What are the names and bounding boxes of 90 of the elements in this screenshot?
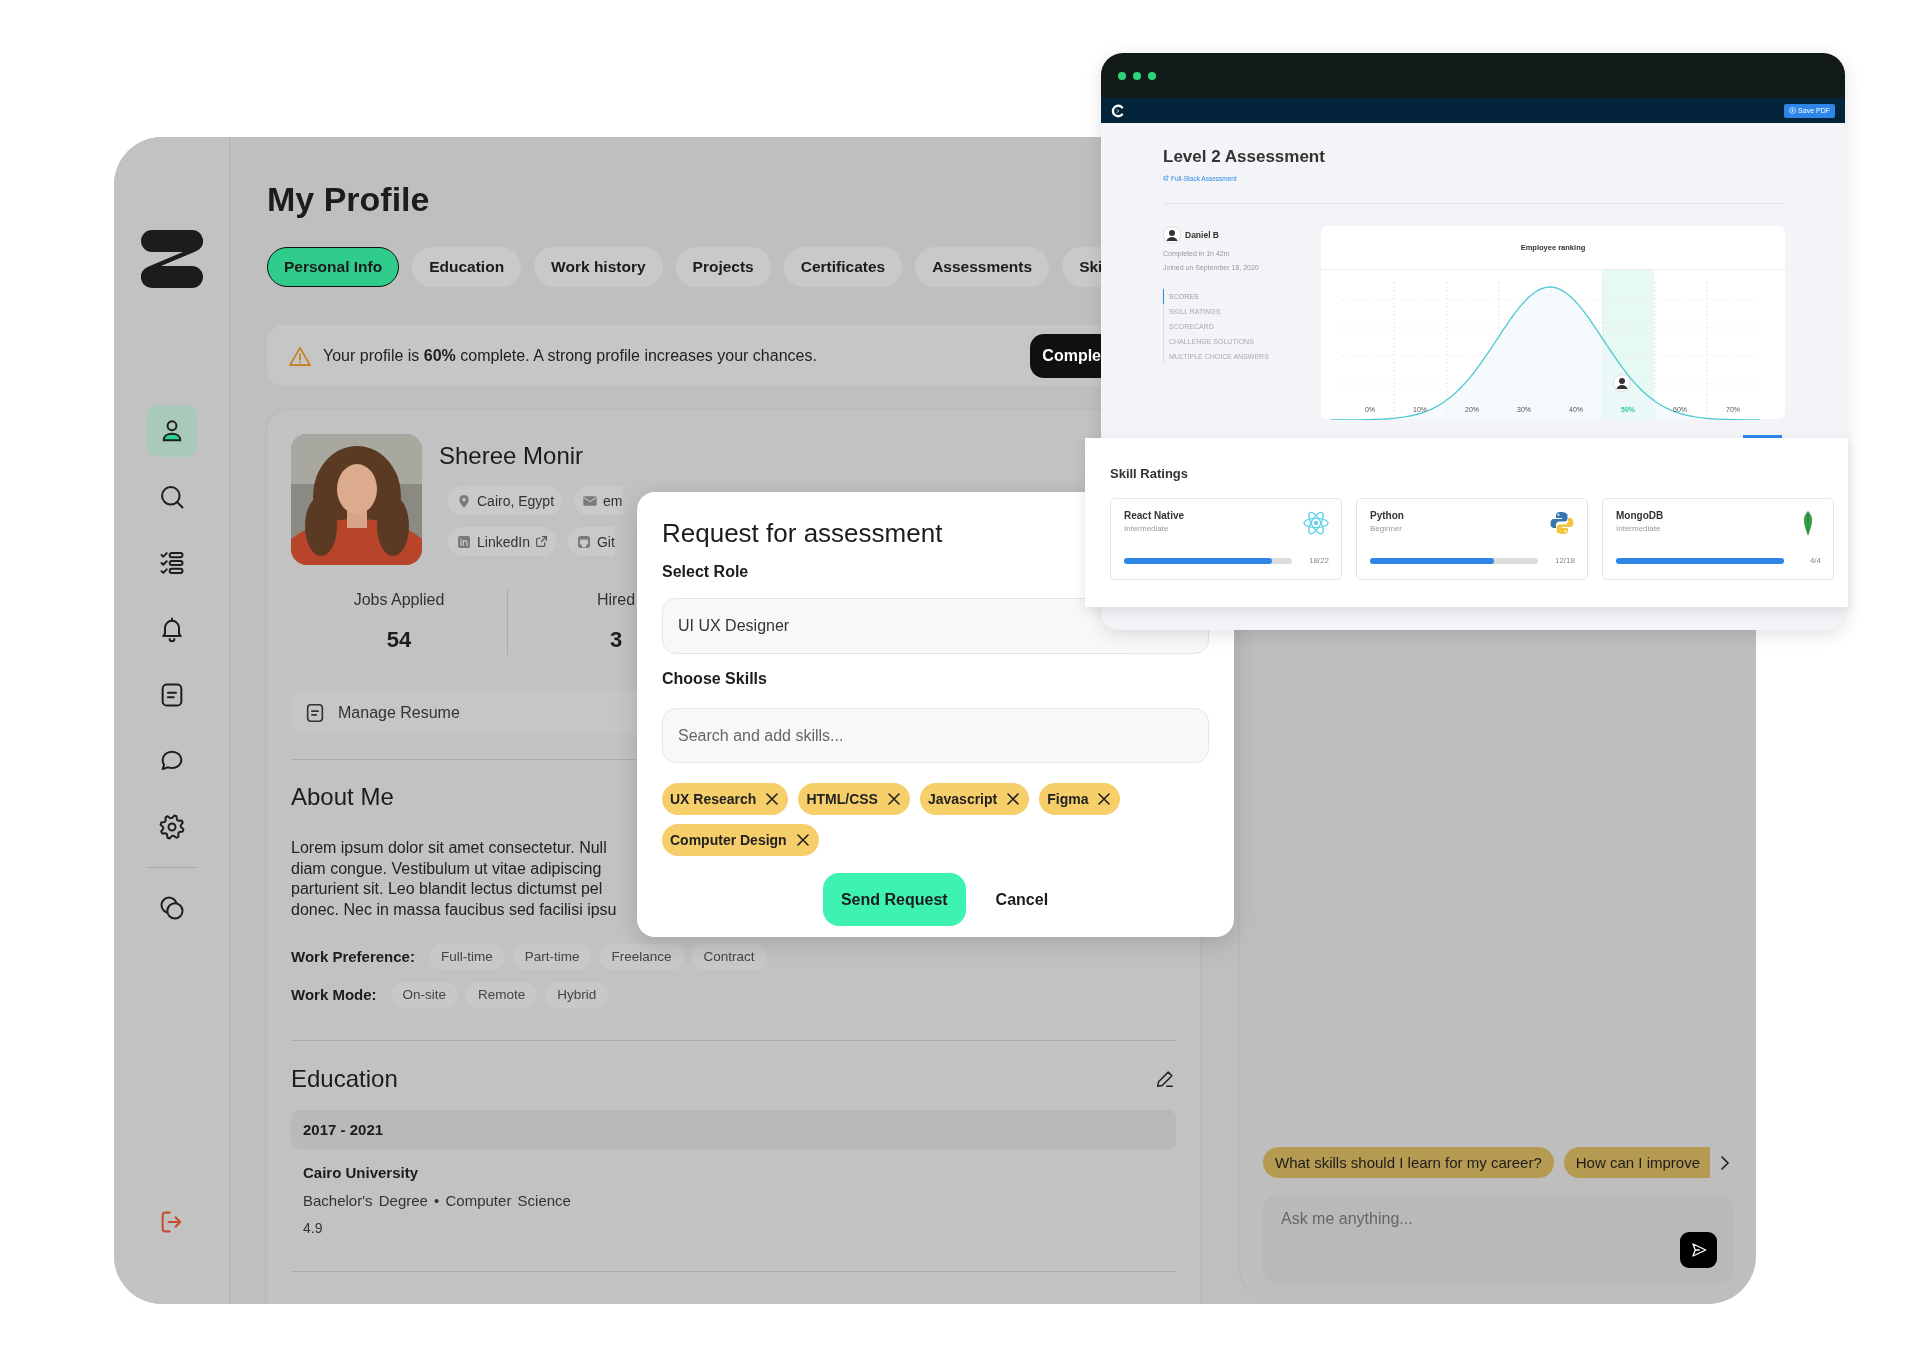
contact-chip[interactable]: Cairo, Egypt — [448, 486, 563, 515]
tab[interactable]: Certificates — [783, 247, 903, 287]
stat-value: 54 — [386, 626, 412, 654]
skill-tag[interactable]: HTML/CSS — [798, 783, 910, 815]
warning-icon — [289, 345, 311, 366]
window-dots-icon — [1118, 71, 1156, 80]
preference-chip: Contract — [691, 943, 767, 970]
preference-label: Work Preference: — [291, 948, 415, 966]
complete-button[interactable]: Comple — [1030, 333, 1101, 378]
send-icon — [1689, 1241, 1708, 1259]
school-name: Cairo University — [302, 1162, 420, 1183]
skill-level: Intermediate — [1616, 524, 1662, 533]
skill-score: 18/22 — [1308, 556, 1329, 565]
tab[interactable]: Personal Info — [267, 247, 400, 287]
degree-text: Bachelor's Degree • Computer Science — [302, 1190, 572, 1211]
logo — [140, 228, 203, 290]
skill-tag[interactable]: Computer Design — [662, 824, 819, 856]
skill-name: Python — [1370, 510, 1404, 521]
contact-chip[interactable]: LinkedIn — [448, 527, 556, 556]
modal-title: Request for assessment — [662, 517, 943, 550]
suggestion-chip[interactable]: What skills should I learn for my career? — [1263, 1147, 1554, 1178]
field-label: Choose Skills — [662, 669, 767, 689]
atom-icon — [1303, 510, 1329, 536]
preference-chip: Remote — [466, 981, 538, 1008]
suggestion-chip[interactable]: How can I improve — [1563, 1147, 1710, 1178]
tab[interactable]: Work history — [534, 247, 663, 287]
preference-chip: Part-time — [512, 943, 592, 970]
year-bar: 2017 - 2021 — [291, 1109, 1176, 1149]
candidate-name: Daniel B — [1185, 230, 1219, 240]
about-text-line: donec. Nec in massa faucibus sed facilisi ipsu — [291, 900, 617, 921]
about-text-line: parturient sit. Leo blandit lectus dictumst pel — [291, 879, 603, 900]
about-text-line: Lorem ipsum dolor sit amet consectetur. Null — [291, 838, 607, 858]
download-icon — [1789, 107, 1797, 114]
skill-name: React Native — [1124, 510, 1185, 521]
preference-label: Work Mode: — [291, 986, 377, 1004]
field-label: Select Role — [662, 562, 749, 582]
close-icon[interactable] — [766, 793, 779, 805]
page-title: My Profile — [267, 179, 431, 219]
panel-title: Skill Ratings — [1110, 465, 1190, 483]
close-icon[interactable] — [887, 793, 900, 805]
linkedin-icon — [456, 533, 472, 550]
logo — [1111, 103, 1125, 118]
assessment-title: Level 2 Assessment — [1163, 147, 1326, 167]
avatar-icon — [1163, 226, 1181, 244]
avatar-icon — [1613, 374, 1631, 392]
close-icon[interactable] — [1098, 793, 1111, 805]
send-request-button[interactable]: Send Request — [822, 873, 966, 926]
preference-chip: Freelance — [599, 943, 684, 970]
link-icon — [1163, 175, 1169, 181]
contact-chip[interactable]: em — [574, 486, 623, 515]
skill-tag[interactable]: UX Research — [662, 783, 789, 815]
stat-label: Jobs Applied — [353, 590, 445, 610]
contact-chip[interactable]: Git — [567, 527, 615, 556]
manage-resume-button[interactable]: Manage Resume — [291, 691, 637, 734]
profile-name: Sheree Monir — [439, 441, 585, 471]
chat-input[interactable]: Ask me anything... — [1263, 1195, 1733, 1283]
tab[interactable]: Projects — [675, 247, 771, 287]
location-icon — [456, 492, 472, 509]
preference-chip: On-site — [390, 981, 459, 1008]
cancel-button[interactable]: Cancel — [995, 890, 1049, 909]
snakes-icon — [1549, 510, 1575, 536]
external-link-icon — [534, 535, 548, 548]
skill-name: MongoDB — [1616, 510, 1664, 521]
tab[interactable]: Education — [412, 247, 522, 287]
skill-score: 12/18 — [1554, 556, 1575, 565]
banner-message: Your profile is 60% complete. A strong profile increases your chances. — [323, 346, 817, 365]
grade-text: 4.9 — [302, 1218, 324, 1238]
stat-label: Hired — [596, 590, 636, 610]
skill-score: 4/4 — [1809, 556, 1821, 565]
section-title: About Me — [291, 782, 394, 812]
chevron-right-icon[interactable] — [1720, 1154, 1730, 1171]
tab[interactable]: Ski — [1062, 247, 1101, 287]
close-icon[interactable] — [1007, 793, 1020, 805]
close-icon[interactable] — [796, 834, 809, 846]
skills-search-field[interactable]: Search and add skills... — [662, 708, 1209, 763]
settings-icon — [157, 813, 186, 841]
preference-chip: Full-time — [428, 943, 505, 970]
skill-tag[interactable]: Figma — [1039, 783, 1121, 815]
sidebar-item[interactable] — [145, 405, 198, 457]
about-text-line: diam congue. Vestibulum ut vitae adipiscing — [291, 858, 602, 879]
stat-value: 3 — [609, 626, 623, 654]
github-icon — [575, 533, 592, 550]
skill-level: Beginner — [1370, 524, 1404, 533]
tab[interactable]: Assessments — [915, 247, 1050, 287]
skill-tag[interactable]: Javascript — [919, 783, 1030, 815]
section-title: Education — [291, 1063, 398, 1094]
skill-level: Intermediate — [1124, 524, 1170, 533]
send-button[interactable] — [1680, 1232, 1717, 1268]
document-icon — [304, 701, 326, 724]
preference-chip: Hybrid — [545, 981, 609, 1008]
